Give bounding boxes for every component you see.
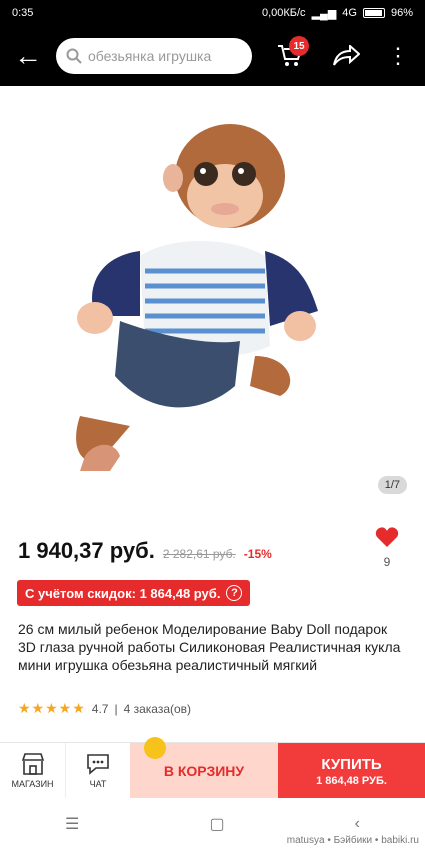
coin-icon xyxy=(144,737,166,759)
discount-banner[interactable]: С учётом скидок: 1 864,48 руб. ? xyxy=(17,580,251,606)
cart-button[interactable]: 15 xyxy=(260,26,320,86)
battery-icon xyxy=(362,8,385,18)
more-button[interactable]: ⋮ xyxy=(372,26,424,86)
system-nav-bar: ☰ ▢ ‹ matusya • Бэйбики • babiki.ru xyxy=(0,798,425,850)
battery-percent: 96% xyxy=(390,7,413,19)
chat-button[interactable]: ЧАТ xyxy=(65,743,130,799)
bottom-action-bar: МАГАЗИН ЧАТ В КОРЗИНУ КУПИТЬ 1 864,48 РУ… xyxy=(0,737,425,799)
store-label: МАГАЗИН xyxy=(11,779,54,789)
orders-count: 4 заказа(ов) xyxy=(123,701,192,716)
status-time: 0:35 xyxy=(12,7,34,19)
add-to-cart-label: В КОРЗИНУ xyxy=(163,763,245,779)
share-button[interactable] xyxy=(320,26,372,86)
add-to-cart-button[interactable]: В КОРЗИНУ xyxy=(130,737,278,799)
more-vertical-icon: ⋮ xyxy=(387,43,409,68)
favorite-button[interactable]: 9 xyxy=(375,526,399,569)
heart-icon xyxy=(375,527,399,547)
watermark: matusya • Бэйбики • babiki.ru xyxy=(286,835,419,846)
search-placeholder: обезьянка игрушка xyxy=(88,48,212,64)
product-image[interactable]: 1/7 xyxy=(0,86,425,506)
network-type: 4G xyxy=(342,7,357,19)
rating-separator: | xyxy=(114,701,118,716)
network-speed: 0,00КБ/с xyxy=(261,7,306,19)
search-field[interactable]: обезьянка игрушка xyxy=(56,38,252,74)
current-price: 1 940,37 руб. xyxy=(18,538,155,563)
search-icon xyxy=(66,48,82,64)
home-icon[interactable]: ▢ xyxy=(209,814,224,834)
buy-now-button[interactable]: КУПИТЬ 1 864,48 РУБ. xyxy=(278,743,425,799)
store-icon xyxy=(21,753,44,775)
buy-now-price: 1 864,48 РУБ. xyxy=(316,774,387,787)
store-button[interactable]: МАГАЗИН xyxy=(0,743,65,799)
product-title: 26 см милый ребенок Моделирование Baby D… xyxy=(18,621,401,673)
discount-percent: -15% xyxy=(243,547,272,561)
monkey-doll-image xyxy=(76,124,318,471)
star-rating-icon: ★★★★★ xyxy=(18,700,86,716)
price-row: 1 940,37 руб. 2 282,61 руб. -15% xyxy=(18,538,408,564)
discount-banner-text: С учётом скидок: 1 864,48 руб. xyxy=(25,585,221,601)
chat-icon xyxy=(87,754,109,775)
cart-badge: 15 xyxy=(289,36,309,56)
question-icon[interactable]: ? xyxy=(226,585,243,601)
back-button[interactable]: ← xyxy=(0,26,56,86)
buy-now-label: КУПИТЬ xyxy=(321,755,382,773)
status-right: 0,00КБ/с ▂▄▆ 4G 96% xyxy=(262,7,413,20)
back-nav-icon[interactable]: ‹ xyxy=(355,815,360,833)
menu-icon[interactable]: ☰ xyxy=(65,814,79,834)
signal-icon: ▂▄▆ xyxy=(311,7,337,20)
rating-row[interactable]: ★★★★★ 4.7 | 4 заказа(ов) xyxy=(18,700,191,717)
image-counter: 1/7 xyxy=(377,476,407,494)
arrow-left-icon: ← xyxy=(14,40,42,71)
favorites-count: 9 xyxy=(383,555,391,569)
chat-label: ЧАТ xyxy=(89,779,107,789)
rating-value: 4.7 xyxy=(91,701,109,716)
status-bar: 0:35 0,00КБ/с ▂▄▆ 4G 96% xyxy=(0,0,425,26)
share-icon xyxy=(333,45,360,66)
top-bar: ← обезьянка игрушка 15 ⋮ xyxy=(0,26,425,86)
old-price: 2 282,61 руб. xyxy=(162,547,236,561)
